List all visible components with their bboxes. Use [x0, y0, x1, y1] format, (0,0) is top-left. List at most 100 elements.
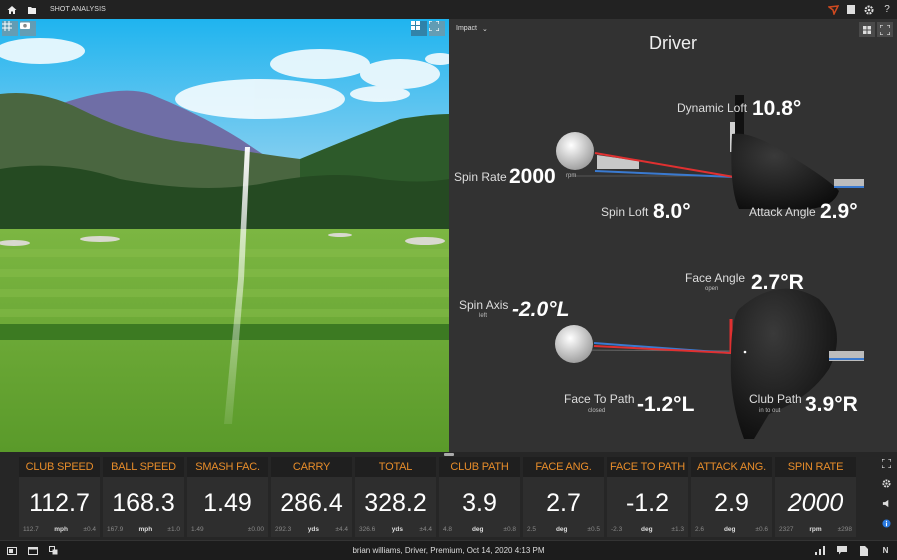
- metric-footer: 326.6 yds ±4.4: [359, 526, 432, 533]
- metric-tile[interactable]: FACE TO PATH -1.2 -2.3 deg ±1.3: [607, 457, 688, 537]
- metric-value: 286.4: [280, 489, 343, 517]
- speaker-icon[interactable]: [881, 498, 891, 508]
- metric-tiles: CLUB SPEED 112.7 112.7 mph ±0.4 BALL SPEED 168…: [19, 457, 856, 537]
- n-button[interactable]: N: [880, 545, 891, 556]
- metric-unit: deg: [723, 526, 736, 533]
- face-angle-value: 2.7°R: [751, 271, 804, 294]
- fullscreen-icon[interactable]: [429, 21, 445, 36]
- metric-footer: 292.3 yds ±4.4: [275, 526, 348, 533]
- metric-average: 2.5: [527, 526, 537, 533]
- impact-diagram: [555, 95, 864, 439]
- metric-value: 3.9: [462, 489, 497, 517]
- metric-footer: 2.6 deg ±0.6: [695, 526, 768, 533]
- face-to-path-label: Face To Path: [564, 392, 635, 406]
- rough-band: [0, 324, 449, 340]
- face-to-path-sub: closed: [588, 408, 606, 414]
- metric-tile[interactable]: CARRY 286.4 292.3 yds ±4.4: [271, 457, 352, 537]
- metric-deviation: ±1.3: [671, 526, 684, 533]
- metric-unit: mph: [54, 526, 68, 533]
- metric-footer: 167.9 mph ±1.0: [107, 526, 180, 533]
- metric-tile[interactable]: BALL SPEED 168.3 167.9 mph ±1.0: [103, 457, 184, 537]
- folder-icon[interactable]: [24, 2, 40, 18]
- comment-icon[interactable]: [836, 545, 847, 556]
- metric-value: 168.3: [112, 489, 175, 517]
- metric-unit: mph: [138, 526, 153, 533]
- course-scene: [0, 19, 449, 452]
- help-icon[interactable]: ?: [881, 4, 893, 16]
- course-view[interactable]: [0, 19, 449, 452]
- metric-average: 167.9: [107, 526, 124, 533]
- metric-tile[interactable]: CLUB SPEED 112.7 112.7 mph ±0.4: [19, 457, 100, 537]
- club-path-value: 3.9°R: [805, 393, 858, 416]
- metric-value: 2.9: [714, 489, 749, 517]
- info-icon[interactable]: [881, 518, 891, 528]
- spin-rate-value: 2000: [509, 165, 556, 188]
- face-angle-sub: open: [705, 286, 719, 292]
- dynamic-loft-label: Dynamic Loft: [677, 101, 748, 115]
- spin-rate-label: Spin Rate: [454, 170, 507, 184]
- metric-footer: 1.49 ±0.00: [191, 526, 264, 533]
- metric-title: BALL SPEED: [103, 457, 184, 477]
- club-path-sub: in to out: [759, 408, 781, 414]
- metric-tile[interactable]: TOTAL 328.2 326.6 yds ±4.4: [355, 457, 436, 537]
- home-icon[interactable]: [4, 2, 20, 18]
- metric-value: 1.49: [203, 489, 252, 517]
- gear-icon[interactable]: [863, 4, 875, 16]
- metric-title: CARRY: [271, 457, 352, 477]
- grid-icon[interactable]: [2, 21, 18, 36]
- spin-axis-label: Spin Axis: [459, 298, 509, 312]
- metric-footer: 4.8 deg ±0.8: [443, 526, 516, 533]
- top-bar: SHOT ANALYSIS ?: [0, 0, 897, 19]
- dynamic-loft-value: 10.8°: [752, 97, 802, 120]
- document-icon[interactable]: [858, 545, 869, 556]
- face-angle-label: Face Angle: [685, 271, 746, 285]
- metric-average: 2.6: [695, 526, 705, 533]
- metric-deviation: ±1.0: [167, 526, 180, 533]
- tablet-icon[interactable]: [845, 4, 857, 16]
- chart-icon[interactable]: [814, 545, 825, 556]
- metric-deviation: ±298: [837, 526, 852, 533]
- fairway: [0, 229, 449, 452]
- metric-deviation: ±4.4: [419, 526, 432, 533]
- metrics-strip: CLUB SPEED 112.7 112.7 mph ±0.4 BALL SPEED 168…: [0, 452, 897, 540]
- metric-title: FACE TO PATH: [607, 457, 688, 477]
- metric-tile[interactable]: CLUB PATH 3.9 4.8 deg ±0.8: [439, 457, 520, 537]
- metric-tile[interactable]: FACE ANG. 2.7 2.5 deg ±0.5: [523, 457, 604, 537]
- metric-title: SPIN RATE: [775, 457, 856, 477]
- metric-tile[interactable]: SPIN RATE 2000 2327 rpm ±298: [775, 457, 856, 537]
- golf-ball-side: [556, 132, 594, 170]
- fullscreen-icon[interactable]: [881, 458, 891, 468]
- metric-title: CLUB PATH: [439, 457, 520, 477]
- metric-average: 112.7: [23, 526, 39, 533]
- metric-value: 2.7: [546, 489, 581, 517]
- metric-value: 2000: [787, 489, 844, 517]
- metric-tile[interactable]: SMASH FAC. 1.49 1.49 ±0.00: [187, 457, 268, 537]
- metric-average: 4.8: [443, 526, 453, 533]
- metric-deviation: ±0.00: [247, 526, 264, 533]
- metric-title: TOTAL: [355, 457, 436, 477]
- layout-icon[interactable]: [411, 21, 427, 36]
- spin-axis-value: -2.0°L: [512, 298, 570, 321]
- camera-icon[interactable]: [20, 21, 36, 36]
- metric-footer: -2.3 deg ±1.3: [611, 526, 684, 533]
- metric-footer: 2327 rpm ±298: [779, 526, 852, 533]
- metric-deviation: ±0.4: [83, 526, 96, 533]
- resize-handle[interactable]: [444, 453, 454, 456]
- golf-ball-top: [555, 325, 593, 363]
- metric-average: -2.3: [611, 526, 623, 533]
- attack-angle-value: 2.9°: [820, 200, 858, 223]
- gear-icon[interactable]: [881, 478, 891, 488]
- metric-value: 328.2: [364, 489, 427, 517]
- face-to-path-value: -1.2°L: [637, 393, 695, 416]
- metric-footer: 2.5 deg ±0.5: [527, 526, 600, 533]
- impact-panel: Impact ⌄ Driver Dynamic Loft 10.8° Spin …: [449, 19, 897, 452]
- metric-deviation: ±0.6: [755, 526, 768, 533]
- logo-icon[interactable]: [827, 4, 839, 16]
- attack-angle-label: Attack Angle: [749, 205, 816, 219]
- metric-tile[interactable]: ATTACK ANG. 2.9 2.6 deg ±0.6: [691, 457, 772, 537]
- session-info: brian williams, Driver, Premium, Oct 14,…: [352, 546, 545, 555]
- metric-unit: rpm: [809, 526, 822, 533]
- spin-axis-sub: left: [479, 313, 488, 319]
- status-bar: brian williams, Driver, Premium, Oct 14,…: [0, 540, 897, 560]
- metric-unit: yds: [307, 526, 319, 533]
